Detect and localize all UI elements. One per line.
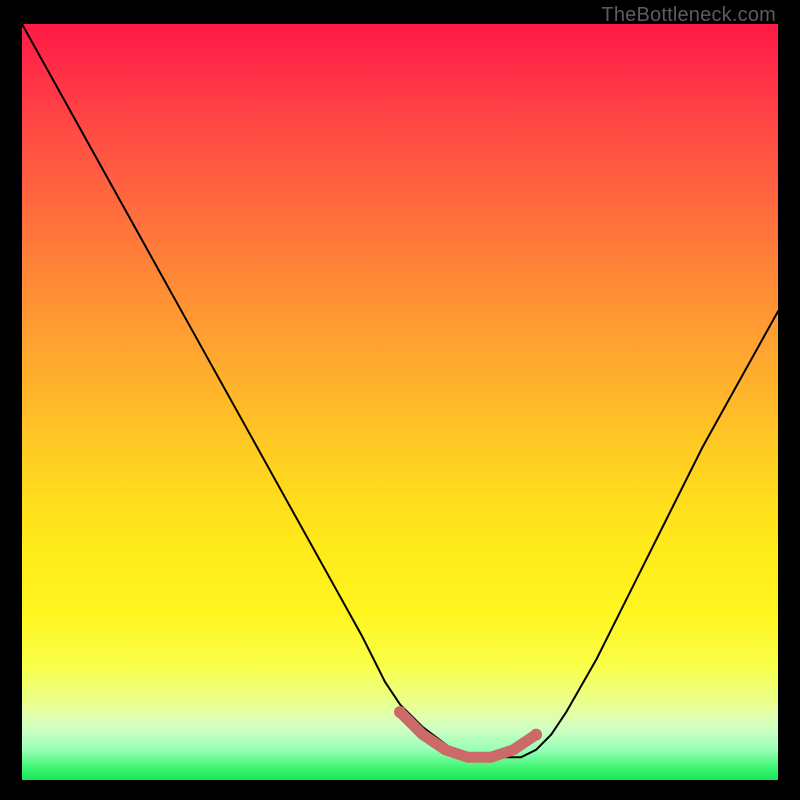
bottleneck-curve-path	[22, 24, 778, 757]
highlight-end-dot	[530, 729, 542, 741]
highlight-start-dot	[394, 706, 406, 718]
bottom-highlight-path	[400, 712, 536, 757]
plot-area	[22, 24, 778, 780]
chart-container: TheBottleneck.com	[0, 0, 800, 800]
curve-layer	[22, 24, 778, 780]
